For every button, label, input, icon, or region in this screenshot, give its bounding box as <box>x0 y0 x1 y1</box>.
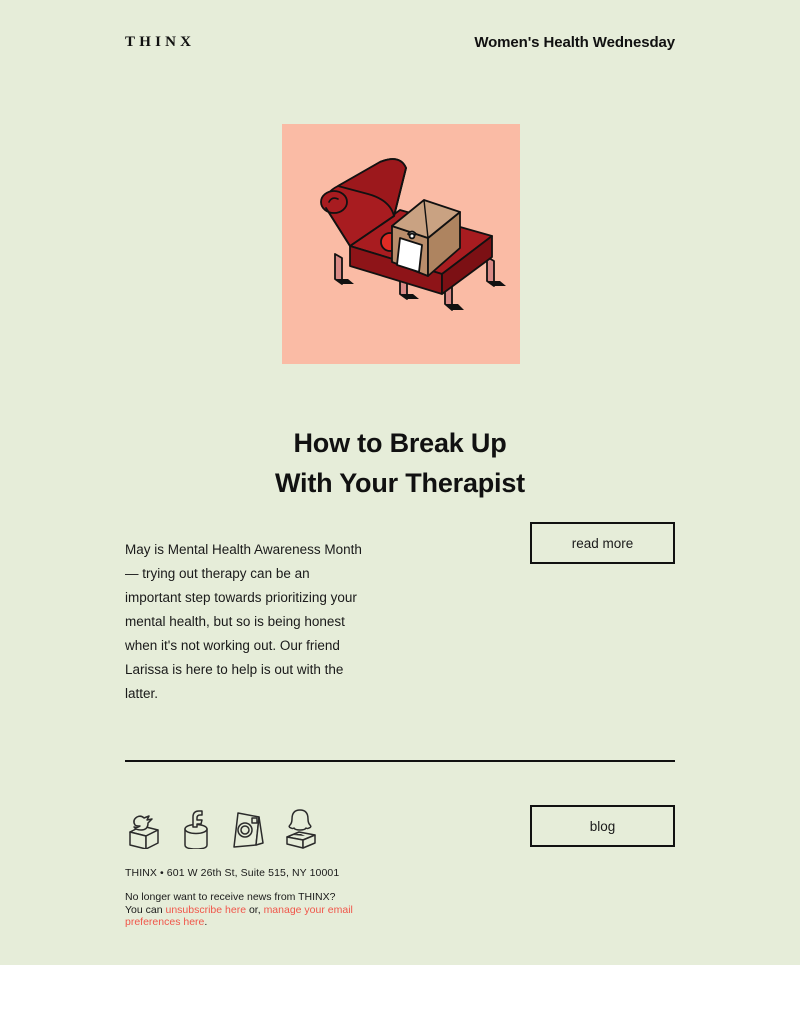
company-address: THINX • 601 W 26th St, Suite 515, NY 100… <box>125 867 340 879</box>
twitter-icon[interactable] <box>125 805 163 849</box>
unsubscribe-link[interactable]: unsubscribe here <box>165 904 246 916</box>
unsubscribe-suffix: . <box>204 916 208 928</box>
read-more-button[interactable]: read more <box>530 522 675 564</box>
footer-divider <box>125 760 675 762</box>
unsubscribe-text: No longer want to receive news from THIN… <box>125 891 353 929</box>
hero-image[interactable] <box>282 124 520 364</box>
unsubscribe-middle: or, <box>246 903 264 916</box>
page-title: How to Break Up With Your Therapist <box>125 423 675 503</box>
therapy-couch-illustration <box>282 124 520 364</box>
social-links <box>125 805 319 849</box>
instagram-icon[interactable] <box>229 805 267 849</box>
email-canvas: THINX Women's Health Wednesday How to Br… <box>0 0 800 965</box>
headline-line-2: With Your Therapist <box>275 468 525 499</box>
article-summary-text: May is Mental Health Awareness Month — t… <box>125 541 362 701</box>
snapchat-icon[interactable] <box>281 805 319 849</box>
email-header: THINX Women's Health Wednesday <box>125 30 675 60</box>
headline-line-1: How to Break Up <box>293 428 507 459</box>
blog-button[interactable]: blog <box>530 805 675 847</box>
newsletter-title: Women's Health Wednesday <box>474 34 675 51</box>
thinx-logo[interactable]: THINX <box>125 35 195 50</box>
facebook-icon[interactable] <box>177 805 215 849</box>
